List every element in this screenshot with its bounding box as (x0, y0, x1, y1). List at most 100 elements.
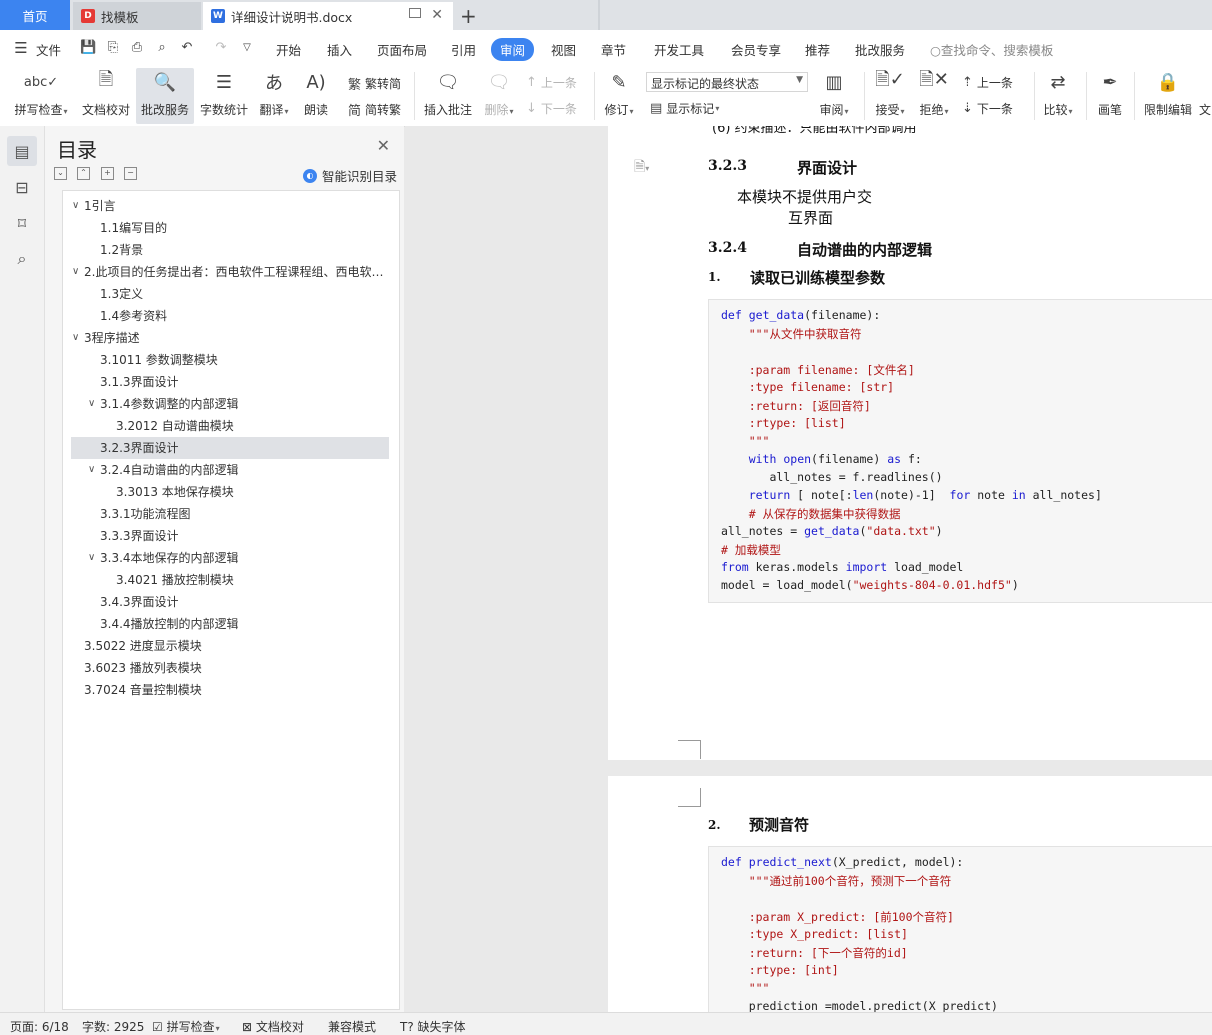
menu-tab[interactable]: 推荐 (805, 40, 830, 59)
undo-icon[interactable]: ↶ (180, 41, 194, 55)
hamburger-icon[interactable]: ☰ (14, 41, 28, 56)
document-page[interactable]: 2. 预测音符 def predict_next(X_predict, mode… (608, 776, 1212, 1013)
spellcheck-button[interactable]: abc✓ 拼写检查▾ (8, 68, 74, 124)
show-markup-button[interactable]: ▤ 显示标记 ▾ (650, 100, 719, 117)
collapse-all-icon[interactable]: ⌃ (77, 167, 90, 180)
print-icon[interactable]: ⎙ (130, 41, 144, 55)
toc-item[interactable]: ∨ 2.此项目的任务提出者：西电软件工程课程组、西电软… (71, 261, 389, 283)
word-count-button[interactable]: ☰ 字数统计 (197, 68, 251, 124)
expand-arrow-icon[interactable]: ∨ (88, 393, 95, 415)
toc-item[interactable]: 3.3.1功能流程图 (71, 503, 389, 525)
toc-item[interactable]: 3.6023 播放列表模块 (71, 657, 389, 679)
revise-button[interactable]: ✎ 修订▾ (600, 68, 638, 124)
restrict-edit-button[interactable]: 🔒 限制编辑 (1140, 68, 1196, 124)
expand-arrow-icon[interactable]: ∨ (88, 459, 95, 481)
accept-button[interactable]: 🗎✓ 接受▾ (870, 68, 910, 124)
read-aloud-button[interactable]: A) 朗读 (298, 68, 334, 124)
toc-item[interactable]: ∨ 1引言 (71, 195, 389, 217)
command-search[interactable]: ○查找命令、搜索模板 (930, 40, 1053, 59)
expand-arrow-icon[interactable]: ∨ (72, 195, 79, 217)
next-change-button[interactable]: ⇣ 下一条 (962, 100, 1013, 117)
menu-tab[interactable]: 章节 (601, 40, 626, 59)
close-tab-icon[interactable]: ✕ (431, 7, 443, 23)
tab-home[interactable]: 首页 (0, 0, 70, 30)
print-preview-icon[interactable]: ⌕ (155, 41, 169, 55)
restore-window-icon[interactable] (409, 8, 421, 18)
translate-button[interactable]: あ 翻译▾ (254, 68, 294, 124)
page-indicator[interactable]: 页面: 6/18 (10, 1018, 69, 1035)
review-service-button[interactable]: 🔍 批改服务 (136, 68, 194, 124)
menu-tab[interactable]: 开发工具 (654, 40, 704, 59)
word-count[interactable]: 字数: 2925 (82, 1018, 144, 1035)
code-block[interactable]: def get_data(filename): """从文件中获取音符 :par… (708, 299, 1212, 603)
close-icon[interactable]: ✕ (377, 136, 390, 155)
status-spellcheck[interactable]: ☑ 拼写检查▾ (152, 1018, 220, 1035)
missing-font[interactable]: T? 缺失字体 (400, 1018, 466, 1035)
paragraph-options-icon[interactable]: 🗎▾ (634, 156, 649, 180)
redo-icon[interactable]: ↷ (214, 41, 228, 55)
navigation-icon[interactable]: ⊟ (7, 172, 37, 202)
menu-tab[interactable]: 审阅 (491, 38, 535, 61)
to-traditional-button[interactable]: 繁繁转简 (348, 74, 401, 93)
menu-tab[interactable]: 开始 (276, 40, 301, 59)
document-page[interactable]: (6) 约束描述：只能由软件内部调用 🗎▾ 3.2.3 界面设计 本模块不提供用… (608, 126, 1212, 760)
toc-item[interactable]: 1.2背景 (71, 239, 389, 261)
toc-item[interactable]: 3.1.3界面设计 (71, 371, 389, 393)
delete-comment-button[interactable]: 🗨 删除▾ (480, 68, 518, 124)
menu-tab[interactable]: 批改服务 (855, 40, 905, 59)
code-block[interactable]: def predict_next(X_predict, model): """通… (708, 846, 1212, 1013)
toc-item[interactable]: 3.4021 播放控制模块 (71, 569, 389, 591)
remove-heading-icon[interactable]: − (124, 167, 137, 180)
export-icon[interactable]: ⎘ (106, 41, 120, 55)
doc-proof-button[interactable]: 🗎 文档校对 (78, 68, 134, 124)
to-simplified-button[interactable]: 简简转繁 (348, 100, 401, 119)
next-comment-button[interactable]: ↓ 下一条 (526, 100, 577, 117)
add-tab-icon[interactable]: + (460, 4, 477, 28)
toc-item[interactable]: 1.4参考资料 (71, 305, 389, 327)
menu-tab[interactable]: 视图 (551, 40, 576, 59)
reject-button[interactable]: 🗎✕ 拒绝▾ (914, 68, 954, 124)
menu-tab[interactable]: 会员专享 (731, 40, 781, 59)
tab-template[interactable]: D 找模板 (73, 2, 201, 30)
toc-item[interactable]: 3.2.3界面设计 (71, 437, 389, 459)
add-heading-icon[interactable]: + (101, 167, 114, 180)
toc-item[interactable]: 3.5022 进度显示模块 (71, 635, 389, 657)
toc-item[interactable]: ∨ 3.3.4本地保存的内部逻辑 (71, 547, 389, 569)
toc-panel-icon[interactable]: ▤ (7, 136, 37, 166)
expand-arrow-icon[interactable]: ∨ (88, 547, 95, 569)
toc-item[interactable]: 3.1011 参数调整模块 (71, 349, 389, 371)
toc-item[interactable]: 3.4.3界面设计 (71, 591, 389, 613)
quick-access-dropdown-icon[interactable]: ▽ (240, 41, 254, 55)
status-doc-proof[interactable]: ⊠ 文档校对 (242, 1018, 304, 1035)
prev-comment-button[interactable]: ↑ 上一条 (526, 74, 577, 91)
bookmark-icon[interactable]: ⌑ (7, 208, 37, 238)
toc-item[interactable]: ∨ 3.2.4自动谱曲的内部逻辑 (71, 459, 389, 481)
overflow-button[interactable]: 文 (1198, 68, 1212, 124)
prev-change-button[interactable]: ⇡ 上一条 (962, 74, 1013, 91)
tab-document[interactable]: W 详细设计说明书.docx ✕ (203, 2, 453, 30)
toc-item[interactable]: 1.1编写目的 (71, 217, 389, 239)
toc-item[interactable]: ∨ 3程序描述 (71, 327, 389, 349)
markup-state-select[interactable]: 显示标记的最终状态 ▼ (646, 72, 808, 92)
compare-button[interactable]: ⇄ 比较▾ (1038, 68, 1078, 124)
toc-item[interactable]: 3.7024 音量控制模块 (71, 679, 389, 701)
search-icon[interactable]: ⌕ (7, 244, 37, 274)
pen-button[interactable]: ✒ 画笔 (1092, 68, 1128, 124)
toc-item[interactable]: 3.3013 本地保存模块 (71, 481, 389, 503)
expand-arrow-icon[interactable]: ∨ (72, 261, 79, 283)
menu-tab[interactable]: 插入 (327, 40, 352, 59)
smart-recognize-toc-button[interactable]: ◐ 智能识别目录 (303, 166, 397, 185)
save-icon[interactable]: 💾 (80, 41, 96, 55)
menu-tab[interactable]: 页面布局 (377, 40, 427, 59)
menu-file[interactable]: 文件 (36, 40, 61, 59)
expand-arrow-icon[interactable]: ∨ (72, 327, 79, 349)
toc-item[interactable]: 3.3.3界面设计 (71, 525, 389, 547)
insert-comment-button[interactable]: 🗨 插入批注 (420, 68, 476, 124)
expand-all-icon[interactable]: ⌄ (54, 167, 67, 180)
review-pane-button[interactable]: ▥ 审阅▾ (814, 68, 854, 124)
toc-item[interactable]: 3.2012 自动谱曲模块 (71, 415, 389, 437)
toc-item[interactable]: 1.3定义 (71, 283, 389, 305)
toc-item[interactable]: ∨ 3.1.4参数调整的内部逻辑 (71, 393, 389, 415)
toc-item[interactable]: 3.4.4播放控制的内部逻辑 (71, 613, 389, 635)
menu-tab[interactable]: 引用 (451, 40, 476, 59)
